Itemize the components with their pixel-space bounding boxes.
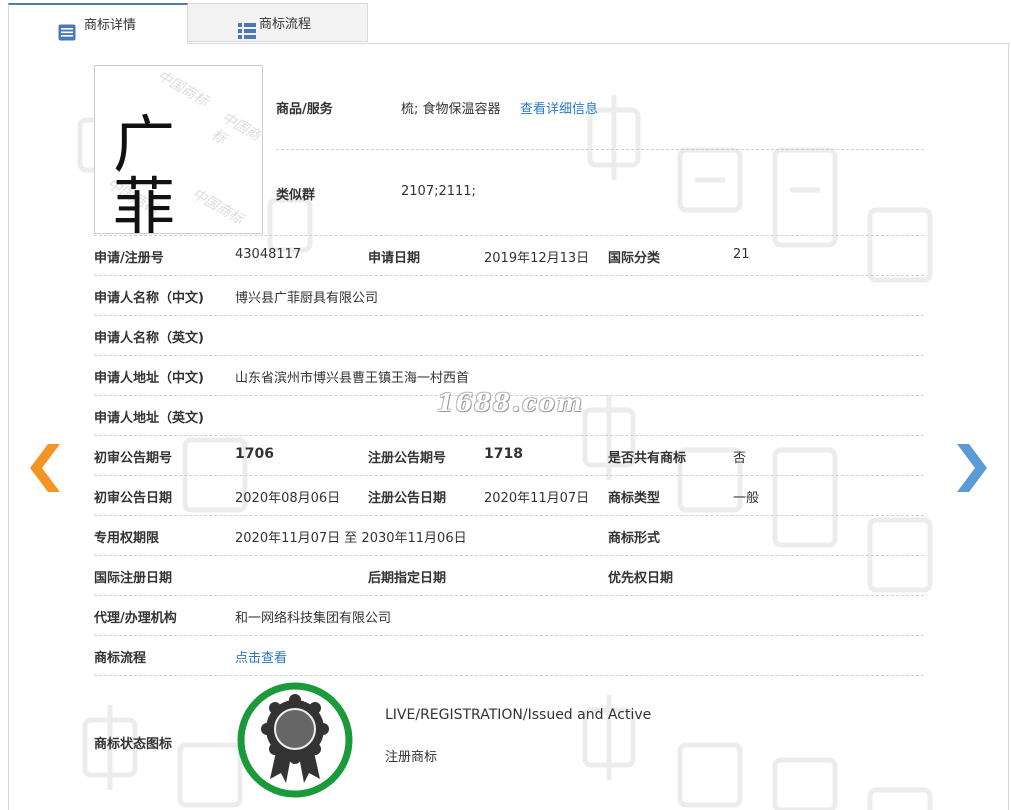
divider — [94, 555, 924, 556]
view-flow-link[interactable]: 点击查看 — [235, 647, 287, 666]
flow-label: 商标流程 — [94, 651, 147, 666]
prelim-issue-label: 初审公告期号 — [94, 451, 173, 466]
apply-date-value: 2019年12月13日 — [484, 251, 590, 266]
applicant-cn-value: 博兴县广菲厨具有限公司 — [235, 291, 379, 306]
divider — [94, 355, 924, 356]
view-details-link[interactable]: 查看详细信息 — [520, 98, 598, 117]
status-icon-label: 商标状态图标 — [94, 737, 173, 752]
status-en: LIVE/REGISTRATION/Issued and Active — [385, 707, 652, 723]
reg-no-value: 43048117 — [235, 247, 302, 262]
intl-reg-date-label: 国际注册日期 — [94, 571, 173, 586]
tm-form-label: 商标形式 — [608, 531, 661, 546]
shared-value: 否 — [733, 451, 747, 466]
divider — [276, 149, 924, 150]
tm-type-value: 一般 — [733, 491, 760, 506]
applicant-en-label: 申请人名称（英文) — [94, 331, 204, 346]
goods-value: 梳; 食物保温容器 — [401, 102, 501, 117]
agent-label: 代理/办理机构 — [94, 611, 177, 626]
divider — [94, 435, 924, 436]
status-cn: 注册商标 — [385, 750, 438, 765]
prelim-date-value: 2020年08月06日 — [235, 491, 341, 506]
apply-date-label: 申请日期 — [368, 251, 421, 266]
divider — [94, 275, 924, 276]
priority-date-label: 优先权日期 — [608, 571, 674, 586]
prelim-date-label: 初审公告日期 — [94, 491, 173, 506]
shared-label: 是否共有商标 — [608, 451, 687, 466]
address-cn-value: 山东省滨州市博兴县曹王镇王海一村西首 — [235, 371, 470, 386]
divider — [94, 635, 924, 636]
intl-class-value: 21 — [733, 247, 750, 262]
trademark-logo: 中国商标 中国商标 中国商标 中国商标 广 菲 — [94, 65, 263, 234]
exclusive-label: 专用权期限 — [94, 531, 160, 546]
next-arrow-icon[interactable] — [955, 444, 989, 492]
address-en-label: 申请人地址（英文) — [94, 411, 204, 426]
address-cn-label: 申请人地址（中文) — [94, 371, 204, 386]
previous-arrow-icon[interactable] — [28, 444, 62, 492]
divider — [94, 475, 924, 476]
registered-seal-icon — [237, 682, 353, 798]
intl-class-label: 国际分类 — [608, 251, 661, 266]
goods-label: 商品/服务 — [276, 102, 333, 117]
trademark-logo-text: 广 菲 — [113, 108, 188, 234]
site-watermark: 1688.com — [437, 388, 585, 417]
divider — [94, 595, 924, 596]
tm-type-label: 商标类型 — [608, 491, 661, 506]
prelim-issue-value: 1706 — [235, 446, 274, 462]
later-date-label: 后期指定日期 — [368, 571, 447, 586]
logo-watermark: 中国商标 — [154, 67, 211, 110]
applicant-cn-label: 申请人名称（中文) — [94, 291, 204, 306]
divider — [94, 315, 924, 316]
reg-date-value: 2020年11月07日 — [484, 491, 590, 506]
divider — [94, 675, 924, 676]
reg-issue-value: 1718 — [484, 446, 523, 462]
similar-group-value: 2107;2111; — [401, 184, 476, 199]
exclusive-value: 2020年11月07日 至 2030年11月06日 — [235, 531, 467, 546]
reg-issue-label: 注册公告期号 — [368, 451, 447, 466]
divider — [94, 235, 924, 236]
similar-group-label: 类似群 — [276, 188, 316, 203]
agent-value: 和一网络科技集团有限公司 — [235, 611, 392, 626]
reg-no-label: 申请/注册号 — [94, 251, 164, 266]
reg-date-label: 注册公告日期 — [368, 491, 447, 506]
divider — [94, 515, 924, 516]
